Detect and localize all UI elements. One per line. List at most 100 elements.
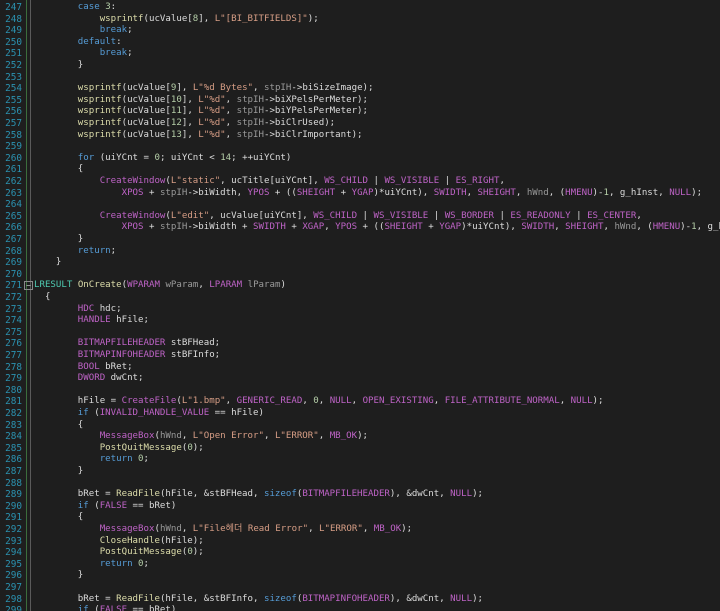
token: );	[472, 489, 484, 500]
code-line[interactable]: 295 return 0;	[0, 559, 720, 571]
line-number: 291	[5, 512, 22, 524]
code-line[interactable]: 274 HANDLE hFile;	[0, 315, 720, 327]
code-line[interactable]: 260 for (uiYCnt = 0; uiYCnt < 14; ++uiYC…	[0, 153, 720, 165]
code-line[interactable]: 291 {	[0, 512, 720, 524]
token: L"static"	[170, 176, 221, 186]
code-line[interactable]: 248 wsprintf(ucValue[8], L"[BI_BITFIELDS…	[0, 14, 720, 26]
fold-collapse-icon[interactable]: −	[24, 281, 33, 291]
token: FALSE	[99, 605, 128, 611]
code-text: for (uiYCnt = 0; uiYCnt < 14; ++uiYCnt)	[34, 152, 292, 165]
line-number: 292	[5, 524, 22, 535]
token: OPEN_EXISTING	[362, 396, 434, 407]
token: (	[88, 605, 100, 611]
line-number: 274	[5, 315, 22, 327]
token: HMENU	[652, 222, 681, 233]
code-editor[interactable]: 247 case 3: 248 wsprintf(ucValue[8], L"[B…	[0, 0, 720, 611]
token: ->biClrImportant);	[263, 129, 363, 140]
code-line[interactable]: 275	[0, 327, 720, 339]
code-line[interactable]: 267 }	[0, 234, 720, 246]
token: hdc;	[94, 303, 122, 314]
code-line[interactable]: 262 CreateWindow(L"static", ucTitle[uiYC…	[0, 176, 720, 188]
code-line[interactable]: 249 break;	[0, 25, 720, 37]
token: BITMAPINFOHEADER	[302, 593, 390, 604]
token: {	[34, 419, 84, 430]
token: == bRet)	[127, 500, 177, 511]
code-line[interactable]: 255 wsprintf(ucValue[10], L"%d", stpIH->…	[0, 95, 720, 107]
code-line[interactable]: 254 wsprintf(ucValue[9], L"%d Bytes", st…	[0, 83, 720, 95]
code-line[interactable]: 256 wsprintf(ucValue[11], L"%d", stpIH->…	[0, 106, 720, 118]
code-line[interactable]: 273 HDC hdc;	[0, 304, 720, 316]
line-number: 267	[5, 234, 22, 245]
code-text: HDC hdc;	[34, 304, 122, 316]
token: hFile =	[34, 396, 122, 407]
code-line[interactable]: 279 DWORD dwCnt;	[0, 373, 720, 385]
code-line[interactable]: 290 if (FALSE == bRet)	[0, 501, 720, 513]
token: {	[34, 512, 84, 523]
token: hWnd	[159, 431, 182, 442]
code-line[interactable]: 272 {	[0, 292, 720, 304]
code-line[interactable]: 269 }	[0, 257, 720, 269]
token: );	[592, 396, 604, 407]
code-line[interactable]: 298 bRet = ReadFile(hFile, &stBFInfo, si…	[0, 594, 720, 606]
code-line[interactable]: 266 XPOS + stpIH->biWidth + SWIDTH + XGA…	[0, 222, 720, 234]
token: GENERIC_READ	[236, 396, 303, 407]
code-text: CreateWindow(L"static", ucTitle[uiYCnt],…	[34, 176, 505, 188]
code-line[interactable]: 259	[0, 141, 720, 153]
code-line[interactable]: 278 BOOL bRet;	[0, 362, 720, 374]
token: ,	[302, 396, 314, 407]
code-line[interactable]: 250 default:	[0, 37, 720, 49]
token: LRESULT	[34, 280, 73, 291]
code-line[interactable]: 276 BITMAPFILEHEADER stBFHead;	[0, 338, 720, 350]
code-line[interactable]: 282 if (INVALID_HANDLE_VALUE == hFile)	[0, 408, 720, 420]
code-line[interactable]: 294 PostQuitMessage(0);	[0, 547, 720, 559]
code-line[interactable]: 252 }	[0, 60, 720, 72]
code-line[interactable]: 270	[0, 269, 720, 281]
code-line[interactable]: 257 wsprintf(ucValue[12], L"%d", stpIH->…	[0, 118, 720, 130]
code-line[interactable]: 297	[0, 582, 720, 594]
line-number: 284	[5, 431, 22, 443]
token: ],	[181, 106, 199, 117]
code-line[interactable]: 277 BITMAPINFOHEADER stBFInfo;	[0, 350, 720, 362]
token: +	[422, 222, 440, 233]
token: YGAP	[439, 222, 462, 233]
code-line[interactable]: 287 }	[0, 466, 720, 478]
token: 14	[220, 152, 232, 163]
code-line[interactable]: 285 PostQuitMessage(0);	[0, 443, 720, 455]
code-line[interactable]: 264	[0, 199, 720, 211]
code-line[interactable]: 253	[0, 72, 720, 84]
code-line[interactable]: 263 XPOS + stpIH->biWidth, YPOS + ((SHEI…	[0, 188, 720, 200]
code-line[interactable]: 299 if (FALSE == bRet)	[0, 605, 720, 611]
code-text: }	[34, 466, 83, 478]
code-line[interactable]: 296 }	[0, 570, 720, 582]
code-line[interactable]: 271− LRESULT OnCreate(WPARAM wParam, LPAR…	[0, 280, 720, 292]
code-line[interactable]: 247 case 3:	[0, 2, 720, 14]
line-number: 281	[5, 396, 22, 408]
code-line[interactable]: 293 CloseHandle(hFile);	[0, 536, 720, 548]
code-line[interactable]: 265 CreateWindow(L"edit", ucValue[uiYCnt…	[0, 211, 720, 223]
code-line[interactable]: 289 bRet = ReadFile(hFile, &stBFHead, si…	[0, 489, 720, 501]
token: case	[34, 2, 106, 12]
code-line[interactable]: 281 hFile = CreateFile(L"1.bmp", GENERIC…	[0, 396, 720, 408]
code-line[interactable]: 268 return;	[0, 246, 720, 258]
token: sizeof	[263, 489, 297, 500]
code-line[interactable]: 261 {	[0, 164, 720, 176]
code-text: PostQuitMessage(0);	[34, 443, 204, 455]
token: }	[34, 257, 62, 268]
token: }	[34, 570, 84, 581]
token: +	[143, 187, 160, 198]
code-line[interactable]: 284 MessageBox(hWnd, L"Open Error", L"ER…	[0, 431, 720, 443]
code-line[interactable]: 258 wsprintf(ucValue[13], L"%d", stpIH->…	[0, 130, 720, 142]
token: ), &dwCnt,	[389, 593, 451, 604]
token: |	[357, 210, 374, 221]
code-line[interactable]: 288	[0, 478, 720, 490]
code-line[interactable]: 286 return 0;	[0, 454, 720, 466]
token: L"ERROR"	[319, 524, 363, 534]
code-line[interactable]: 251 break;	[0, 48, 720, 60]
code-line[interactable]: 292 MessageBox(hWnd, L"File헤더 Read Error…	[0, 524, 720, 536]
token: WS_CHILD	[324, 176, 369, 186]
code-line[interactable]: 283 {	[0, 420, 720, 432]
token: NULL	[570, 396, 593, 407]
code-line[interactable]: 280	[0, 385, 720, 397]
token: wsprintf	[34, 129, 122, 140]
line-number: 270	[5, 268, 22, 280]
